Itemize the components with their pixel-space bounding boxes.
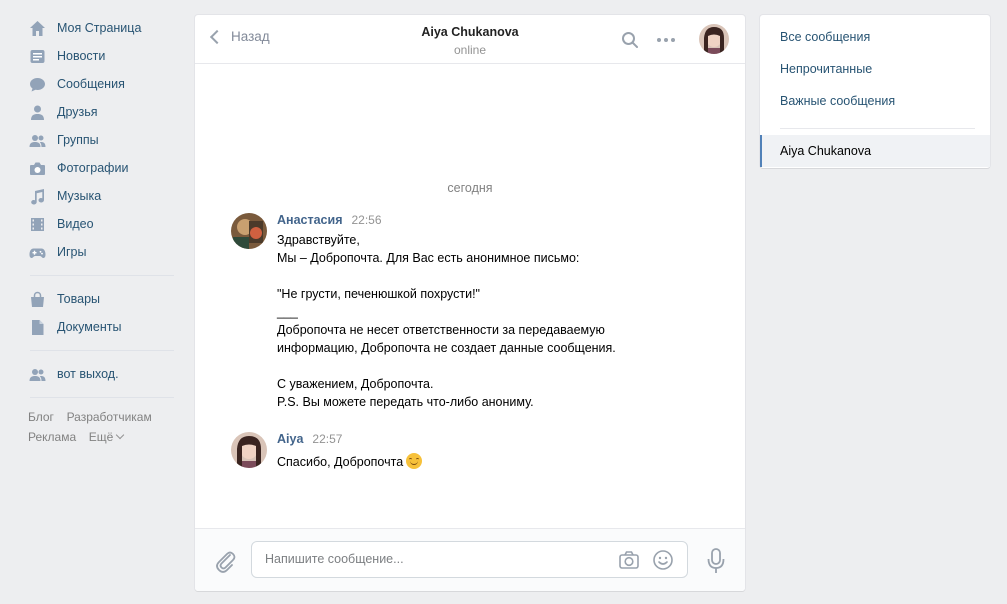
message-text-line: Мы – Добропочта. Для Вас есть анонимное … — [277, 251, 580, 265]
nav-item-label: Друзья — [57, 105, 98, 119]
nav-item[interactable]: Музыка — [28, 182, 180, 210]
message-text-line: С уважением, Добропочта. — [277, 377, 434, 391]
dialogs-filter-panel: Все сообщения Непрочитанные Важные сообщен… — [760, 15, 990, 168]
nav-item-label: Сообщения — [57, 77, 125, 91]
message-author[interactable]: Анастасия — [277, 213, 343, 227]
messages-icon — [28, 75, 46, 93]
nav-item[interactable]: Группы — [28, 126, 180, 154]
chat-contact-name[interactable]: Aiya Chukanova — [421, 25, 518, 39]
paperclip-icon[interactable] — [214, 549, 236, 573]
camera-icon — [28, 159, 46, 177]
nav-item-label: Товары — [57, 292, 100, 306]
message-text-line: ___ — [277, 305, 298, 319]
chat-panel: Назад Aiya Chukanova online сегодня Анас… — [195, 15, 745, 591]
message: Анастасия 22:56 Здравствуйте, Мы – Доброп… — [231, 213, 711, 411]
nav-item-label: Музыка — [57, 189, 102, 203]
active-dialog-item[interactable]: Aiya Chukanova — [760, 135, 990, 167]
chat-contact-status: online — [453, 43, 487, 57]
home-icon — [28, 19, 46, 37]
message-text: Спасибо, Добропочта — [277, 450, 711, 471]
message-text-line: Здравствуйте, — [277, 233, 360, 247]
message-text-line: "Не грусти, печенюшкой похрусти!" — [277, 287, 480, 301]
nav-item-label: Видео — [57, 217, 94, 231]
nav-item-label: Фотографии — [57, 161, 129, 175]
nav-item[interactable]: Товары — [28, 285, 180, 313]
nav-item-label: вот выход. — [57, 367, 119, 381]
nav-item[interactable]: Фотографии — [28, 154, 180, 182]
message-time: 22:57 — [312, 432, 343, 446]
chat-header: Назад Aiya Chukanova online — [195, 15, 745, 64]
microphone-icon[interactable] — [707, 548, 725, 574]
message-time: 22:56 — [351, 213, 382, 227]
footer-link-ads[interactable]: Реклама — [28, 430, 76, 444]
camera-icon[interactable] — [618, 550, 640, 570]
message-input[interactable] — [265, 552, 605, 566]
day-separator: сегодня — [447, 181, 493, 195]
contact-avatar[interactable] — [699, 24, 729, 54]
smiling-face-emoji-icon — [406, 453, 423, 469]
filter-item[interactable]: Важные сообщения — [760, 85, 990, 117]
bag-icon — [28, 290, 46, 308]
chevron-down-icon — [116, 430, 125, 440]
nav-divider — [30, 275, 174, 276]
more-options-icon[interactable] — [657, 38, 675, 42]
nav-item[interactable]: вот выход. — [28, 360, 180, 388]
message-text-line — [277, 267, 711, 285]
group-icon — [28, 365, 46, 383]
nav-item[interactable]: Моя Страница — [28, 14, 180, 42]
sender-avatar[interactable] — [231, 213, 267, 249]
footer-link-more[interactable]: Ещё — [88, 430, 125, 444]
nav-item[interactable]: Друзья — [28, 98, 180, 126]
message-text-line: информацию, Добропочта не создает данные… — [277, 341, 616, 355]
message-author[interactable]: Aiya — [277, 432, 303, 446]
footer-link-blog[interactable]: Блог — [28, 410, 54, 424]
filter-divider — [780, 128, 975, 129]
news-icon — [28, 47, 46, 65]
footer-link-developers[interactable]: Разработчикам — [67, 410, 152, 424]
footer-links: Блог Разработчикам Реклама Ещё — [28, 407, 180, 447]
footer-more-label: Ещё — [88, 430, 114, 444]
nav-item-label: Моя Страница — [57, 21, 142, 35]
nav-item[interactable]: Игры — [28, 238, 180, 266]
nav-item[interactable]: Новости — [28, 42, 180, 70]
message-text-line: P.S. Вы можете передать что-либо анониму… — [277, 395, 534, 409]
gamepad-icon — [28, 243, 46, 261]
left-nav: Моя Страница Новости Сообщения Друзья Группы… — [28, 14, 180, 447]
filter-item[interactable]: Непрочитанные — [760, 53, 990, 85]
message-text-line: Спасибо, Добропочта — [277, 455, 404, 469]
nav-item-label: Документы — [57, 320, 122, 334]
sender-avatar[interactable] — [231, 432, 267, 468]
nav-divider — [30, 397, 174, 398]
groups-icon — [28, 131, 46, 149]
friends-icon — [28, 103, 46, 121]
video-icon — [28, 215, 46, 233]
nav-item-label: Игры — [57, 245, 87, 259]
nav-item[interactable]: Документы — [28, 313, 180, 341]
music-icon — [28, 187, 46, 205]
search-icon[interactable] — [621, 31, 639, 49]
nav-item-label: Группы — [57, 133, 99, 147]
message-text-line — [277, 357, 711, 375]
nav-item-label: Новости — [57, 49, 106, 63]
message: Aiya 22:57 Спасибо, Добропочта — [231, 432, 711, 471]
filter-item[interactable]: Все сообщения — [760, 21, 990, 53]
nav-item[interactable]: Сообщения — [28, 70, 180, 98]
smiley-icon[interactable] — [652, 549, 674, 571]
nav-item[interactable]: Видео — [28, 210, 180, 238]
document-icon — [28, 318, 46, 336]
message-text-line: Добропочта не несет ответственности за п… — [277, 323, 605, 337]
message-composer — [195, 528, 745, 591]
message-input-box[interactable] — [251, 541, 688, 578]
nav-divider — [30, 350, 174, 351]
